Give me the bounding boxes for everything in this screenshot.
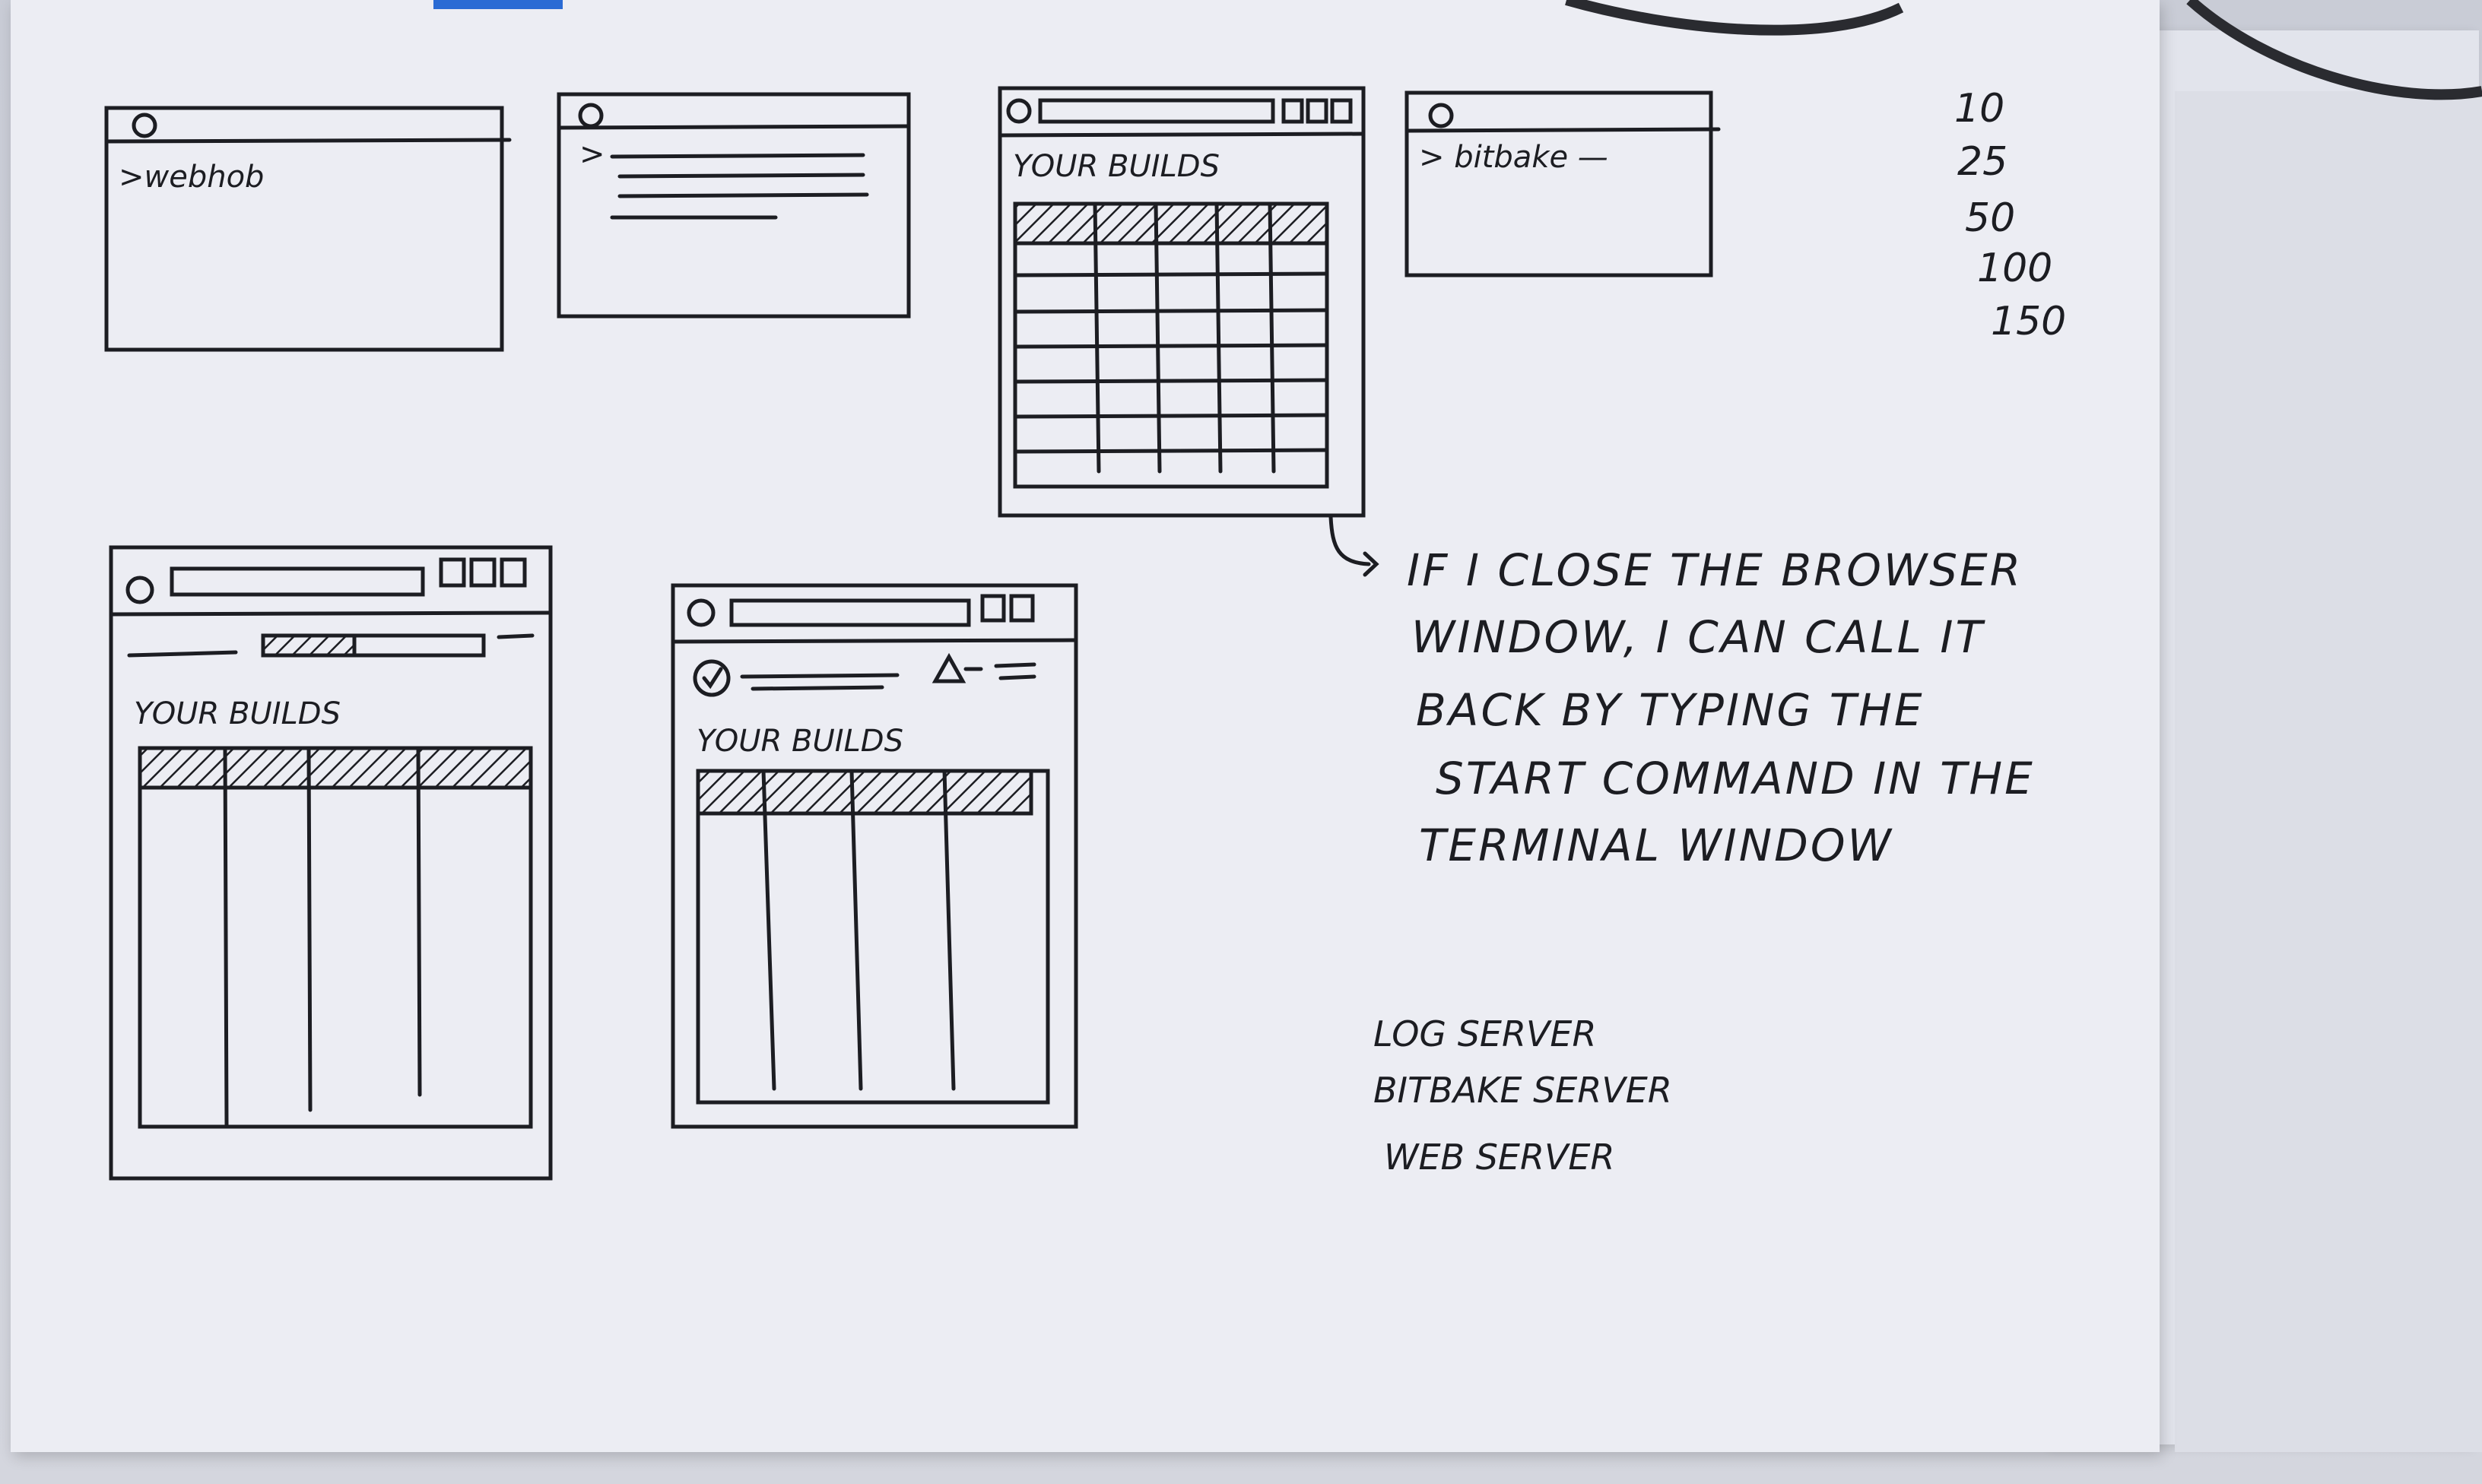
terminal-sketch-2 <box>557 92 911 319</box>
note-text: IF I CLOSE THE BROWSER WINDOW, I CAN CAL… <box>1407 544 2035 871</box>
table-header <box>1013 201 1329 246</box>
close-icon <box>132 113 157 138</box>
terminal-prompt-2: > <box>579 137 605 172</box>
server-item: LOG SERVER <box>1373 1013 1596 1054</box>
number-item: 25 <box>1957 139 2008 185</box>
back-icon <box>1006 98 1032 124</box>
back-icon <box>687 598 716 627</box>
close-icon <box>578 103 604 128</box>
cable <box>1565 0 2482 100</box>
back-icon <box>125 576 154 604</box>
address-bar <box>1038 98 1275 124</box>
number-list: 10 25 50 100 150 <box>1954 86 2066 344</box>
terminal-sketch-1 <box>104 106 512 352</box>
sketch-drawing: >webhob > YOUR BUILDS > bitbake — YOUR B… <box>104 0 2482 1181</box>
table-header <box>138 746 533 790</box>
number-item: 150 <box>1991 299 2066 344</box>
server-item: BITBAKE SERVER <box>1373 1070 1672 1111</box>
builds-table <box>696 769 1050 1105</box>
terminal-command-3: > bitbake — <box>1419 140 1608 175</box>
address-bar <box>170 566 425 597</box>
progress-fill <box>261 633 357 658</box>
menu-icon <box>994 662 1036 668</box>
browser-sketch-2 <box>109 545 553 1181</box>
browser-heading-1: YOUR BUILDS <box>1013 149 1220 184</box>
check-icon <box>693 659 731 697</box>
number-item: 10 <box>1954 86 2004 132</box>
note-line: TERMINAL WINDOW <box>1419 820 1893 871</box>
browser-sketch-3 <box>671 583 1078 1129</box>
terminal-sketch-3 <box>1404 90 1721 277</box>
table-header <box>696 769 1033 816</box>
note-line: IF I CLOSE THE BROWSER <box>1407 544 2023 596</box>
server-list: LOG SERVER BITBAKE SERVER WEB SERVER <box>1373 1013 1672 1178</box>
server-item: WEB SERVER <box>1384 1137 1614 1178</box>
browser-heading-3: YOUR BUILDS <box>697 724 903 759</box>
address-bar <box>729 598 971 627</box>
browser-heading-2: YOUR BUILDS <box>134 696 341 731</box>
note-line: WINDOW, I CAN CALL IT <box>1411 611 1986 663</box>
number-item: 100 <box>1977 246 2052 291</box>
builds-table <box>138 746 533 1129</box>
terminal-command-1: >webhob <box>119 160 264 195</box>
close-icon <box>1428 103 1454 128</box>
note-line: BACK BY TYPING THE <box>1416 684 1924 736</box>
note-line: START COMMAND IN THE <box>1436 753 2035 804</box>
number-item: 50 <box>1965 195 2015 241</box>
warning-icon <box>932 652 966 683</box>
